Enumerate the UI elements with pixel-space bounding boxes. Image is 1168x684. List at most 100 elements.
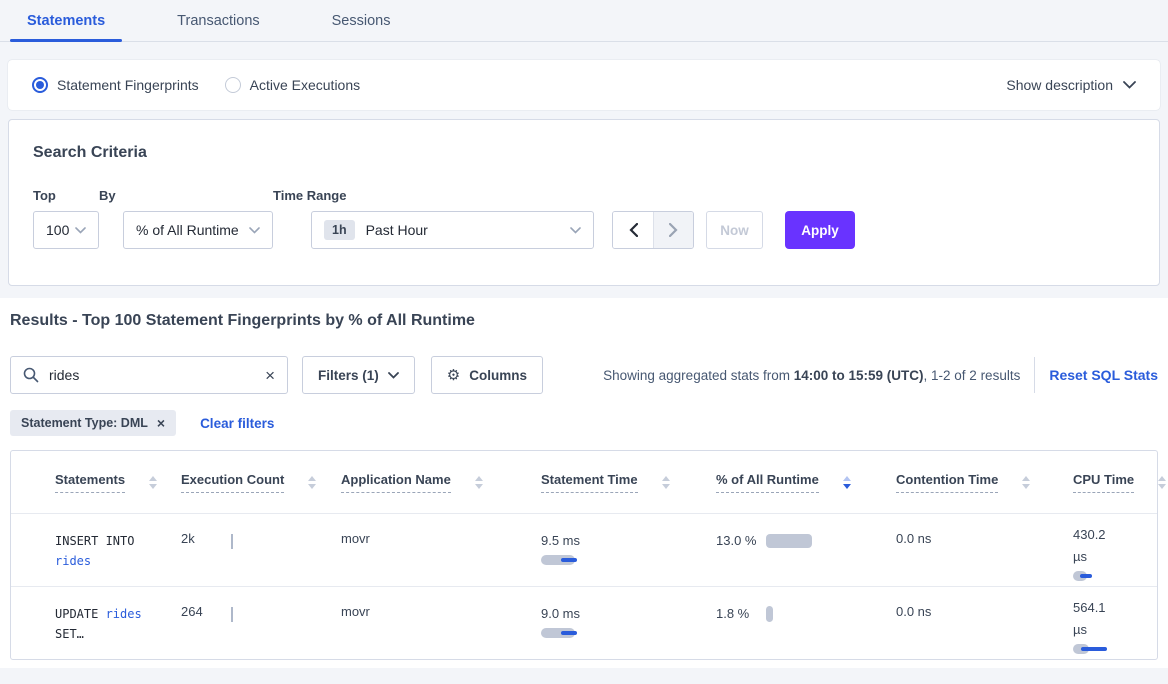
- clear-filters-link[interactable]: Clear filters: [200, 416, 274, 431]
- column-header-pct-of-all-runtime[interactable]: % of All Runtime: [716, 472, 896, 493]
- statements-table: Statements Execution Count Application N…: [10, 450, 1158, 660]
- top-label: Top: [33, 188, 99, 203]
- pct-runtime-cell: 13.0 %: [716, 514, 896, 586]
- cpu-time-cell: 564.1 µs: [1073, 587, 1157, 659]
- columns-button[interactable]: ⚙ Columns: [431, 356, 543, 394]
- pct-runtime-bar: [766, 606, 773, 622]
- contention-time-cell: 0.0 ns: [896, 587, 1073, 659]
- execution-count-value: 264: [181, 604, 203, 619]
- radio-selected-icon: [32, 77, 48, 93]
- chevron-down-icon: [75, 227, 86, 234]
- remove-filter-icon[interactable]: ×: [157, 416, 165, 430]
- statement-time-value: 9.0 ms: [541, 604, 716, 624]
- sort-icon[interactable]: [475, 476, 483, 489]
- statement-link[interactable]: rides: [55, 554, 91, 568]
- time-range-value: Past Hour: [366, 222, 428, 238]
- contention-time-cell: 0.0 ns: [896, 514, 1073, 586]
- results-heading: Results - Top 100 Statement Fingerprints…: [10, 312, 1158, 330]
- top-select-value: 100: [46, 222, 69, 238]
- pct-runtime-value: 1.8 %: [716, 604, 758, 624]
- time-range-select[interactable]: 1h Past Hour: [311, 211, 594, 249]
- chevron-down-icon: [249, 227, 260, 234]
- time-range-badge: 1h: [324, 220, 355, 240]
- by-label: By: [99, 188, 273, 203]
- chevron-left-icon: [629, 223, 638, 237]
- by-select[interactable]: % of All Runtime: [123, 211, 273, 249]
- radio-active-executions-label: Active Executions: [250, 77, 361, 93]
- statement-time-bar: [541, 628, 575, 638]
- tab-transactions-label: Transactions: [177, 13, 259, 29]
- vertical-divider: [1034, 357, 1035, 393]
- sort-icon[interactable]: [149, 476, 157, 489]
- execution-count-cell: 264: [181, 587, 341, 659]
- chevron-down-icon: [570, 227, 581, 234]
- table-header-row: Statements Execution Count Application N…: [11, 451, 1157, 513]
- search-criteria-title: Search Criteria: [33, 144, 1135, 162]
- application-name-cell: movr: [341, 514, 541, 586]
- radio-statement-fingerprints[interactable]: Statement Fingerprints: [32, 77, 199, 93]
- table-row: INSERT INTO rides 2k movr 9.5 ms 13.0 % …: [11, 513, 1157, 586]
- aggregated-stats-text: Showing aggregated stats from 14:00 to 1…: [603, 368, 1020, 383]
- reset-sql-stats-link[interactable]: Reset SQL Stats: [1049, 367, 1158, 383]
- filter-chip-statement-type[interactable]: Statement Type: DML ×: [10, 410, 176, 436]
- sort-icon[interactable]: [308, 476, 316, 489]
- top-select[interactable]: 100: [33, 211, 99, 249]
- column-header-application-name[interactable]: Application Name: [341, 472, 541, 493]
- column-header-execution-count[interactable]: Execution Count: [181, 472, 341, 493]
- cpu-time-value: 430.2 µs: [1073, 524, 1119, 568]
- pct-runtime-cell: 1.8 %: [716, 587, 896, 659]
- statement-time-cell: 9.5 ms: [541, 514, 716, 586]
- sort-icon[interactable]: [1158, 476, 1166, 489]
- cpu-time-bar: [1073, 644, 1089, 654]
- search-criteria-form: Top 100 By % of All Runtime Time Range 1…: [33, 188, 1135, 249]
- sort-icon[interactable]: [662, 476, 670, 489]
- filters-button-label: Filters (1): [318, 368, 379, 383]
- sort-icon-active-desc[interactable]: [843, 476, 851, 489]
- radio-statement-fingerprints-label: Statement Fingerprints: [57, 77, 199, 93]
- column-header-contention-time[interactable]: Contention Time: [896, 472, 1073, 493]
- execution-count-bar: [231, 607, 233, 622]
- apply-button[interactable]: Apply: [785, 211, 855, 249]
- statement-time-value: 9.5 ms: [541, 531, 716, 551]
- tab-statements[interactable]: Statements: [10, 13, 122, 41]
- search-criteria-panel: Search Criteria Top 100 By % of All Runt…: [8, 119, 1160, 286]
- pct-runtime-bar: [766, 534, 812, 548]
- filters-button[interactable]: Filters (1): [302, 356, 415, 394]
- stddev-marker: [561, 631, 577, 635]
- tab-bar: Statements Transactions Sessions: [0, 0, 1168, 42]
- radio-active-executions[interactable]: Active Executions: [225, 77, 361, 93]
- stats-time-range: 14:00 to 15:59 (UTC): [794, 368, 924, 383]
- now-button[interactable]: Now: [706, 211, 763, 249]
- chevron-right-icon: [669, 223, 678, 237]
- column-header-statements[interactable]: Statements: [55, 472, 181, 493]
- by-select-value: % of All Runtime: [136, 222, 239, 238]
- table-row: UPDATE rides SET… 264 movr 9.0 ms 1.8 % …: [11, 586, 1157, 659]
- application-name-value: movr: [341, 531, 370, 546]
- tab-sessions[interactable]: Sessions: [315, 13, 408, 41]
- column-header-cpu-time[interactable]: CPU Time: [1073, 472, 1166, 493]
- gear-icon: ⚙: [447, 366, 460, 384]
- cpu-time-bar: [1073, 571, 1087, 581]
- tab-transactions[interactable]: Transactions: [160, 13, 276, 41]
- column-header-statement-time[interactable]: Statement Time: [541, 472, 716, 493]
- statement-link[interactable]: rides: [106, 607, 142, 621]
- clear-search-icon[interactable]: ×: [265, 367, 275, 384]
- next-time-range-button[interactable]: [653, 212, 693, 248]
- results-section: Results - Top 100 Statement Fingerprints…: [0, 298, 1168, 668]
- previous-time-range-button[interactable]: [613, 212, 653, 248]
- statement-cell: INSERT INTO rides: [55, 514, 181, 586]
- show-description-label: Show description: [1006, 77, 1113, 93]
- pct-runtime-value: 13.0 %: [716, 531, 758, 551]
- columns-button-label: Columns: [469, 368, 527, 383]
- active-filters-row: Statement Type: DML × Clear filters: [10, 410, 1158, 436]
- show-description-toggle[interactable]: Show description: [1006, 77, 1136, 93]
- statement-text: SET…: [55, 627, 84, 641]
- filter-chip-label: Statement Type: DML: [21, 416, 148, 430]
- by-field: By % of All Runtime: [99, 188, 273, 249]
- sort-icon[interactable]: [1022, 476, 1030, 489]
- time-range-stepper: [612, 211, 694, 249]
- execution-count-bar: [231, 534, 233, 549]
- cpu-time-cell: 430.2 µs: [1073, 514, 1157, 586]
- search-input[interactable]: [49, 367, 265, 383]
- cpu-time-value: 564.1 µs: [1073, 597, 1119, 641]
